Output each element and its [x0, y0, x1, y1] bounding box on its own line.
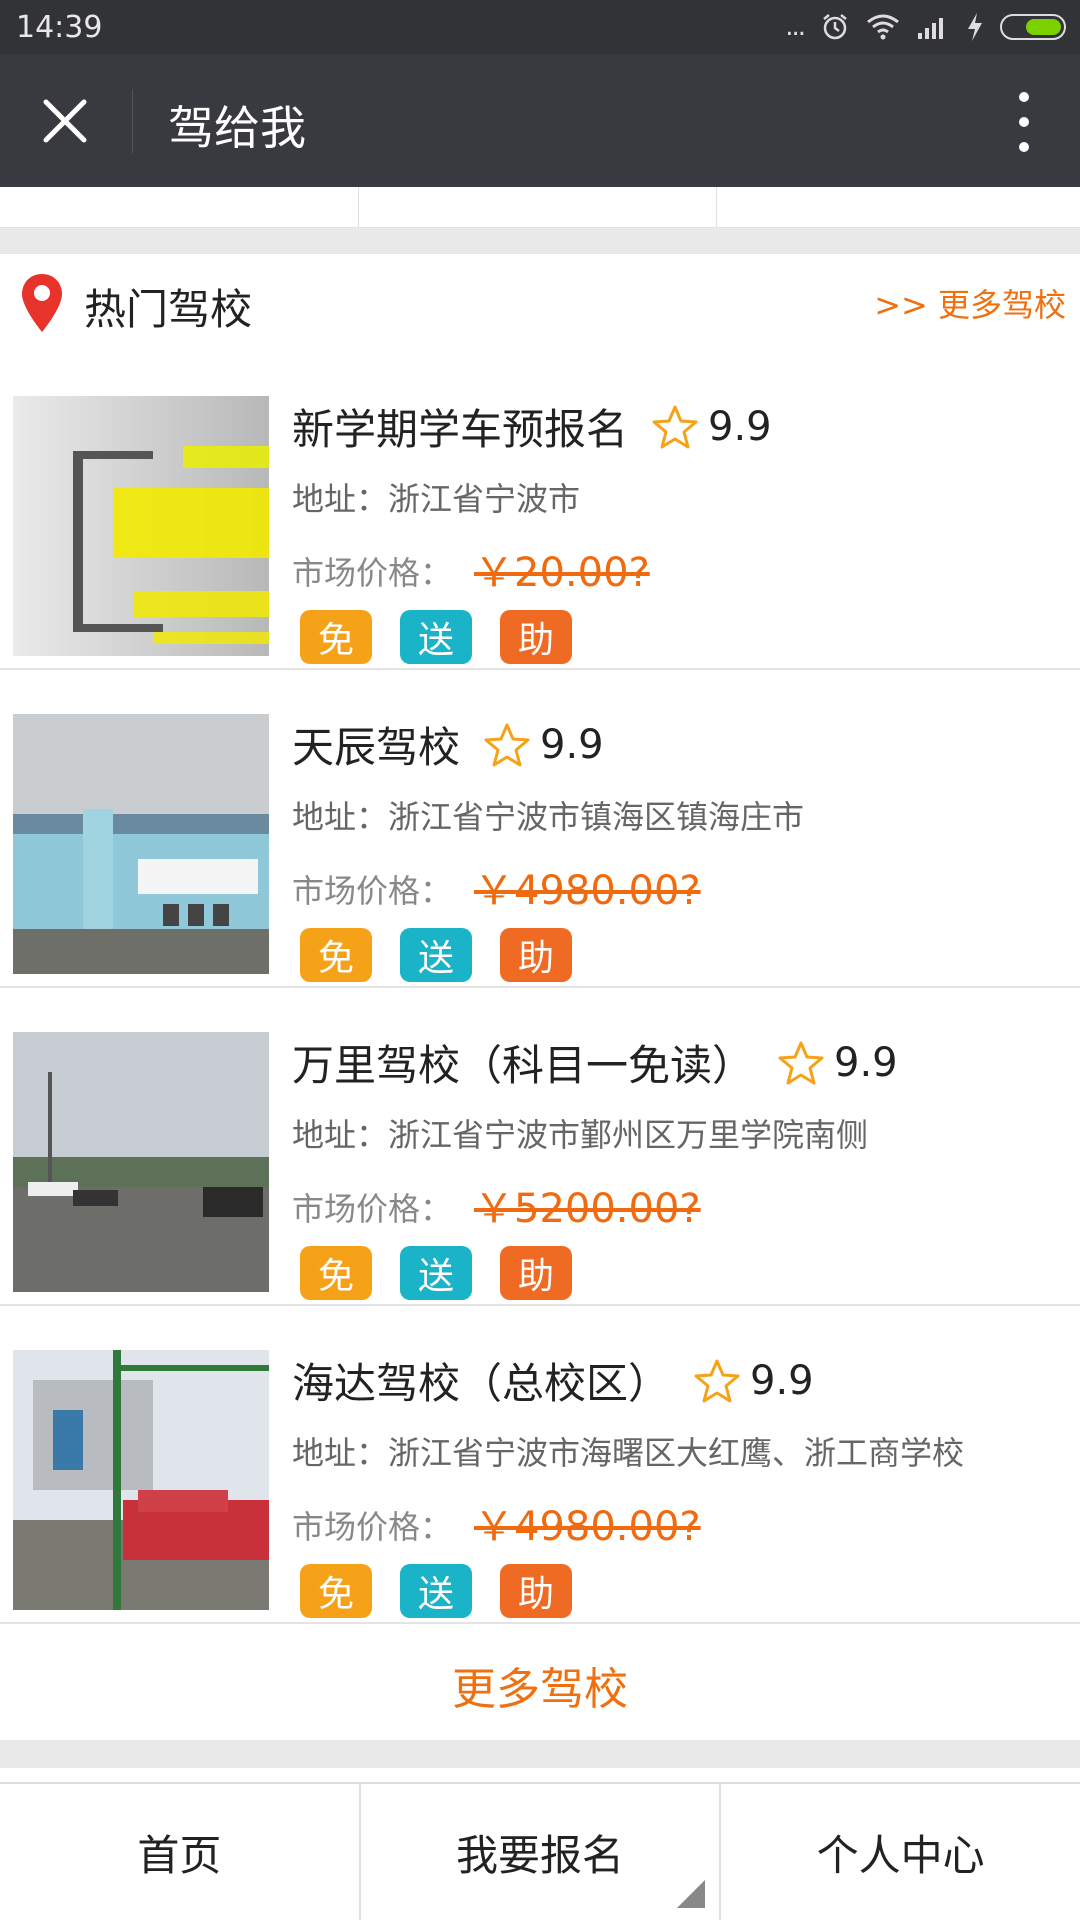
badge-send: 送: [400, 1246, 472, 1300]
section-gap-bottom: [0, 1740, 1080, 1768]
badge-row: 免 送 助: [300, 610, 572, 664]
badge-free: 免: [300, 610, 372, 664]
school-thumbnail: [13, 396, 269, 656]
school-name: 万里驾校（科目一免读） 9.9: [292, 1032, 898, 1093]
school-list: 新学期学车预报名 9.9 地址：浙江省宁波市 市场价格： ￥20.00? 免 送 …: [0, 352, 1080, 1624]
school-name-text: 新学期学车预报名: [292, 405, 629, 454]
school-item[interactable]: 万里驾校（科目一免读） 9.9 地址：浙江省宁波市鄞州区万里学院南侧 市场价格：…: [0, 988, 1080, 1306]
star-icon: [694, 1359, 740, 1402]
price-label: 市场价格：: [292, 1508, 453, 1546]
nav-home[interactable]: 首页: [0, 1784, 359, 1920]
title-divider: [132, 89, 133, 153]
price-value: ￥20.00?: [474, 550, 650, 596]
nav-signup[interactable]: 我要报名: [358, 1784, 720, 1920]
school-name-text: 海达驾校（总校区）: [292, 1359, 671, 1408]
nav-profile-label: 个人中心: [816, 1830, 985, 1880]
school-item[interactable]: 天辰驾校 9.9 地址：浙江省宁波市镇海区镇海庄市 市场价格： ￥4980.00?…: [0, 670, 1080, 988]
badge-send: 送: [400, 1564, 472, 1618]
school-name: 新学期学车预报名 9.9: [292, 396, 772, 457]
school-name: 天辰驾校 9.9: [292, 714, 604, 775]
star-icon: [484, 723, 530, 766]
badge-row: 免 送 助: [300, 1246, 572, 1300]
status-icons: ...: [785, 10, 1066, 44]
badge-help: 助: [500, 928, 572, 982]
school-price: 市场价格： ￥5200.00?: [292, 1176, 701, 1234]
school-address: 地址：浙江省宁波市鄞州区万里学院南侧: [292, 1116, 869, 1154]
previous-section-stub: [0, 187, 1080, 228]
status-bar: 14:39 ...: [0, 0, 1080, 54]
price-label: 市场价格：: [292, 554, 453, 592]
signal-icon: [918, 18, 943, 39]
notification-dots-icon: ...: [785, 12, 806, 42]
rating-value: 9.9: [750, 1357, 814, 1404]
more-schools-link[interactable]: >> 更多驾校: [874, 280, 1066, 326]
school-name-text: 天辰驾校: [292, 723, 461, 772]
badge-free: 免: [300, 928, 372, 982]
price-value: ￥4980.00?: [474, 1504, 701, 1550]
battery-icon: [1000, 14, 1066, 40]
price-value: ￥4980.00?: [474, 868, 701, 914]
close-icon[interactable]: [40, 96, 90, 146]
charging-icon: [968, 13, 982, 41]
school-item[interactable]: 海达驾校（总校区） 9.9 地址：浙江省宁波市海曙区大红鹰、浙工商学校 市场价格…: [0, 1306, 1080, 1624]
alarm-icon: [823, 14, 847, 40]
section-title: 热门驾校: [84, 285, 253, 334]
bottom-nav: 首页 我要报名 个人中心: [0, 1782, 1080, 1920]
school-address: 地址：浙江省宁波市镇海区镇海庄市: [292, 798, 805, 836]
rating-value: 9.9: [834, 1039, 898, 1086]
school-name-text: 万里驾校（科目一免读）: [292, 1041, 755, 1090]
school-price: 市场价格： ￥4980.00?: [292, 858, 701, 916]
badge-help: 助: [500, 1564, 572, 1618]
badge-free: 免: [300, 1246, 372, 1300]
more-vertical-icon[interactable]: [1004, 92, 1044, 152]
badge-help: 助: [500, 610, 572, 664]
school-address: 地址：浙江省宁波市: [292, 480, 581, 518]
title-bar: 驾给我: [0, 54, 1080, 187]
more-schools-button[interactable]: 更多驾校: [0, 1630, 1080, 1740]
hot-schools-header: 热门驾校 >> 更多驾校: [0, 254, 1080, 354]
price-label: 市场价格：: [292, 872, 453, 910]
badge-help: 助: [500, 1246, 572, 1300]
wifi-icon: [867, 14, 899, 40]
nav-home-label: 首页: [137, 1830, 222, 1880]
badge-send: 送: [400, 928, 472, 982]
school-thumbnail: [13, 1032, 269, 1292]
school-price: 市场价格： ￥20.00?: [292, 540, 650, 598]
school-address: 地址：浙江省宁波市海曙区大红鹰、浙工商学校: [292, 1434, 965, 1472]
nav-signup-label: 我要报名: [456, 1830, 625, 1880]
price-value: ￥5200.00?: [474, 1186, 701, 1232]
star-icon: [652, 405, 698, 448]
location-pin-icon: [22, 274, 62, 332]
submenu-corner-icon: [677, 1880, 706, 1908]
badge-send: 送: [400, 610, 472, 664]
school-name: 海达驾校（总校区） 9.9: [292, 1350, 814, 1411]
rating-value: 9.9: [540, 721, 604, 768]
status-time: 14:39: [16, 10, 103, 45]
section-gap: [0, 228, 1080, 254]
page-title: 驾给我: [168, 101, 306, 155]
school-item[interactable]: 新学期学车预报名 9.9 地址：浙江省宁波市 市场价格： ￥20.00? 免 送 …: [0, 352, 1080, 670]
price-label: 市场价格：: [292, 1190, 453, 1228]
school-price: 市场价格： ￥4980.00?: [292, 1494, 701, 1552]
school-thumbnail: [13, 1350, 269, 1610]
rating-value: 9.9: [708, 403, 772, 450]
school-thumbnail: [13, 714, 269, 974]
badge-row: 免 送 助: [300, 928, 572, 982]
badge-row: 免 送 助: [300, 1564, 572, 1618]
badge-free: 免: [300, 1564, 372, 1618]
star-icon: [778, 1041, 824, 1084]
nav-profile[interactable]: 个人中心: [719, 1784, 1080, 1920]
